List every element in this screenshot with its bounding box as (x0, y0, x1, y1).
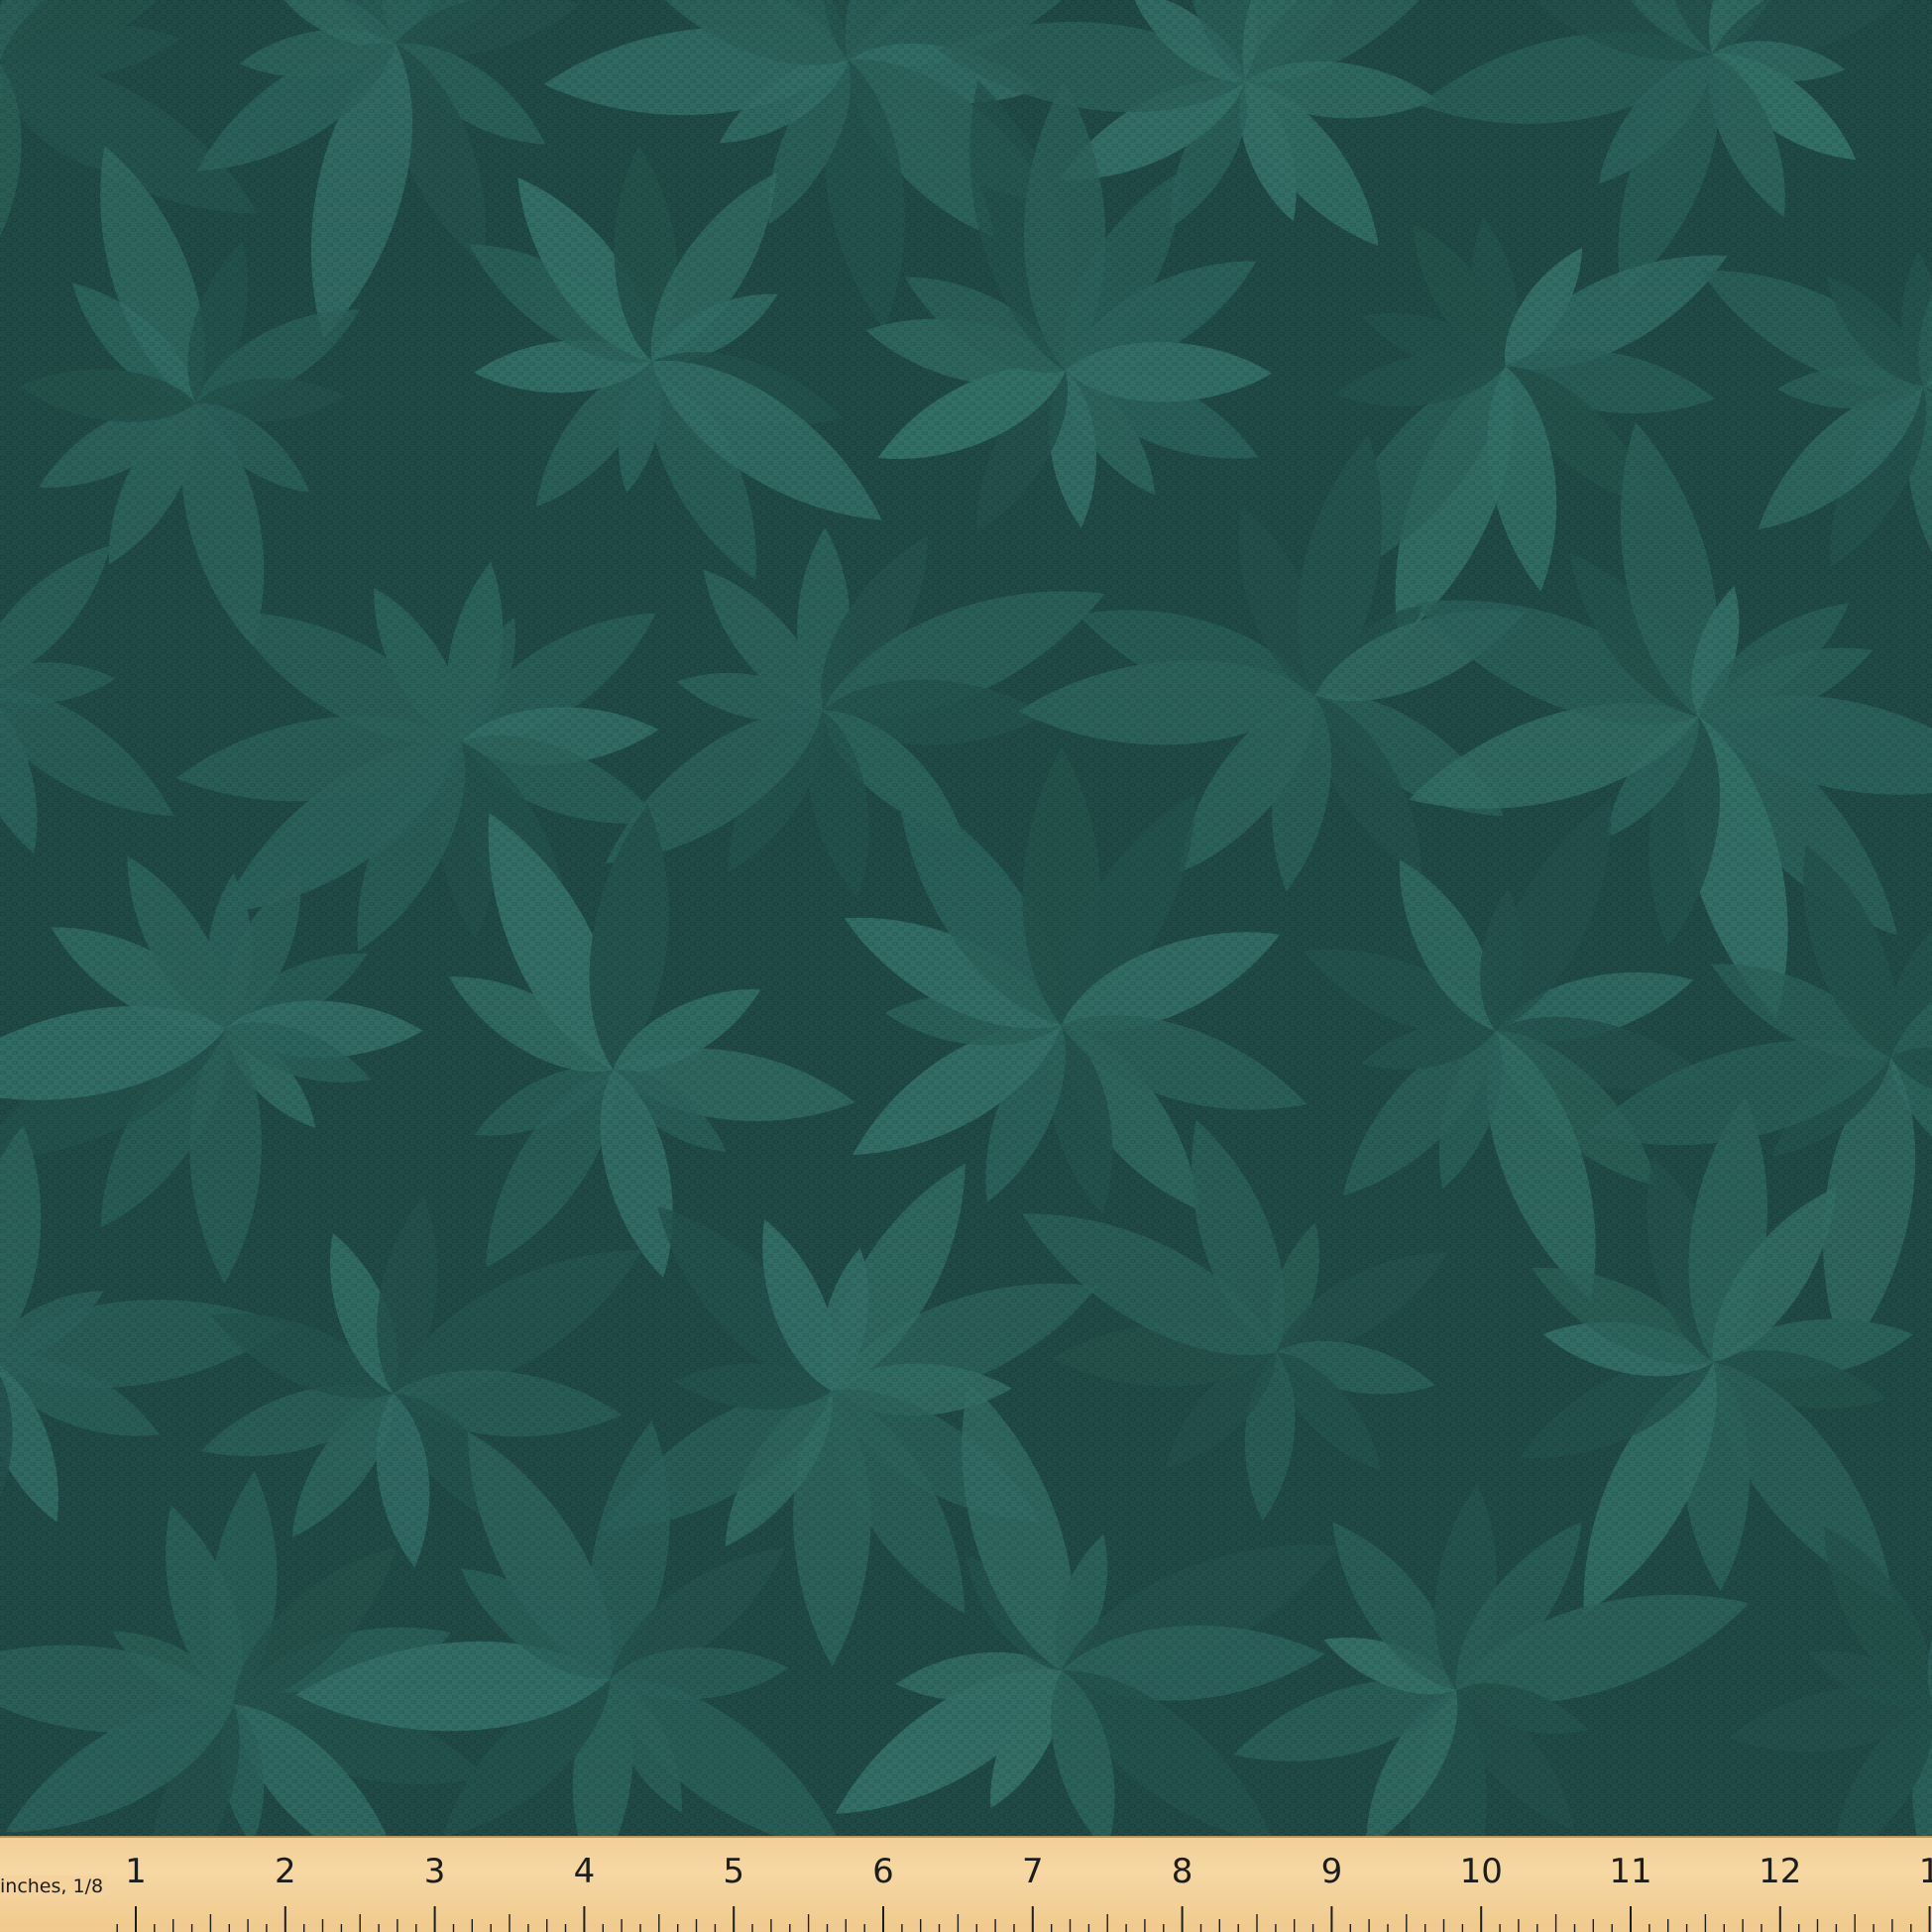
ruler-number: 9 (1321, 1852, 1343, 1891)
ruler-number: 12 (1759, 1852, 1801, 1891)
ruler-number: 2 (275, 1852, 296, 1891)
ruler-number: 7 (1022, 1852, 1044, 1891)
ruler-number: 4 (574, 1852, 596, 1891)
ruler-number: 6 (872, 1852, 894, 1891)
ruler-number: 11 (1609, 1852, 1651, 1891)
ruler-number: 5 (723, 1852, 744, 1891)
ruler-number: 10 (1460, 1852, 1503, 1891)
leaf-pattern-graphic (0, 0, 1932, 1836)
teal-leaf-fabric-swatch (0, 0, 1932, 1836)
ruler-number: 1 (1919, 1852, 1932, 1891)
ruler-ticks: 1234567891011121 (116, 1852, 1932, 1932)
measuring-ruler: 1234567891011121 inches, 1/8 (0, 1836, 1932, 1932)
ruler-number: 1 (125, 1852, 147, 1891)
ruler-number: 3 (424, 1852, 446, 1891)
ruler-unit-label: inches, 1/8 (0, 1875, 108, 1897)
product-photo: 1234567891011121 inches, 1/8 (0, 0, 1932, 1932)
ruler-number: 8 (1172, 1852, 1193, 1891)
